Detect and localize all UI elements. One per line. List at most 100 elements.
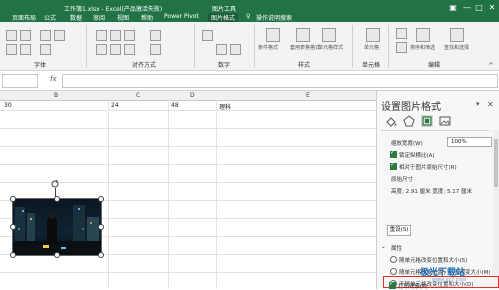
grid-line [0,128,376,129]
relative-original-checkbox[interactable] [390,161,397,170]
format-picture-pane: 设置图片格式 ▾ ✕ 缩放宽度(W) 100% 锁定纵横比(A) 相对于图片原始… [376,91,499,289]
grid-line [0,146,376,147]
cell[interactable]: 24 [111,102,119,109]
percent-icon[interactable] [216,44,227,55]
divider [352,25,353,67]
formula-input[interactable] [62,74,498,88]
cell[interactable]: 理科 [219,102,231,111]
scale-width-input[interactable]: 100% [447,137,492,147]
find-select-icon[interactable] [450,28,464,42]
align-bottom-icon[interactable] [124,30,135,41]
tab-data[interactable]: 数据 [70,13,82,22]
tab-view[interactable]: 视图 [117,13,129,22]
increase-font-icon[interactable] [40,30,51,41]
column-header-b[interactable]: B [54,92,58,99]
decrease-font-icon[interactable] [54,30,65,41]
resize-handle[interactable] [54,252,60,258]
find-select-label[interactable]: 查找和选择 [444,44,469,51]
group-font: 字体 [34,62,47,69]
align-right-icon[interactable] [124,44,135,55]
tell-me-search[interactable]: 操作说明搜索 [256,13,292,22]
radio-move-and-size[interactable] [390,256,397,263]
align-left-icon[interactable] [96,44,107,55]
group-number: 数字 [218,62,231,69]
resize-handle[interactable] [98,252,104,258]
lock-aspect-label: 锁定纵横比(A) [399,153,435,159]
worksheet-grid[interactable]: B C D E 30 24 48 理科 [0,91,376,289]
rotate-handle-icon[interactable] [51,180,59,188]
column-header-c[interactable]: C [136,92,140,99]
tab-review[interactable]: 审阅 [93,13,105,22]
resize-handle[interactable] [10,252,16,258]
tab-power-pivot[interactable]: Power Pivot [164,13,199,20]
border-icon[interactable] [6,44,17,55]
cell[interactable]: 48 [171,102,179,109]
fx-icon[interactable]: fx [50,75,57,83]
cell-styles-icon[interactable] [322,28,336,42]
collapse-ribbon-icon[interactable]: ^ [488,62,494,70]
divider [86,25,87,67]
font-color-a-icon[interactable] [40,44,51,55]
group-styles: 样式 [298,62,311,69]
name-box[interactable] [2,74,38,88]
table-format-label[interactable]: 套用表格格式 [290,44,320,51]
cells-icon[interactable] [366,28,380,42]
ribbon-tabs: 页面布局 公式 数据 审阅 视图 帮助 Power Pivot 图片格式 ♀ 操… [0,11,499,22]
wrap-text-icon[interactable] [150,30,161,41]
grid-line [0,164,376,165]
sort-filter-label[interactable]: 排序和筛选 [410,44,435,51]
align-center-icon[interactable] [110,44,121,55]
effects-icon[interactable] [403,115,415,127]
pane-title: 设置图片格式 [381,102,441,113]
font-color-icon[interactable] [20,30,31,41]
tab-page-layout[interactable]: 页面布局 [12,13,36,22]
tab-picture-format[interactable]: 图片格式 [208,13,239,22]
lock-aspect-checkbox[interactable] [390,149,397,158]
print-object-checkbox[interactable] [389,280,396,289]
align-top-icon[interactable] [96,30,107,41]
fill-color-icon[interactable] [20,44,31,55]
size-icon[interactable] [421,115,433,127]
picture-icon[interactable] [439,115,451,127]
conditional-format-label[interactable]: 条件格式 [258,44,278,51]
fill-icon[interactable] [385,115,397,127]
sort-filter-icon[interactable] [416,28,430,42]
radio-move-no-size[interactable] [390,268,397,275]
tab-help[interactable]: 帮助 [141,13,153,22]
number-format-icon[interactable] [202,30,213,41]
merge-center-icon[interactable] [150,44,161,55]
original-size-value: 高度: 2.91 厘米 宽度: 5.17 厘米 [391,189,472,195]
column-header-row: B C D E [0,91,376,101]
font-size-icon[interactable] [6,30,17,41]
cell[interactable]: 30 [4,102,12,109]
resize-handle[interactable] [54,196,60,202]
chevron-down-icon[interactable]: ▾ [476,100,480,108]
autosum-icon[interactable] [396,28,407,39]
relative-original-label: 相对于图片原始尺寸(R) [399,165,457,171]
resize-handle[interactable] [10,224,16,230]
formula-bar: fx [0,71,499,91]
radio-move-and-size-label: 随单元格改变位置和大小(S) [399,258,468,264]
table-format-icon[interactable] [296,28,310,42]
comma-icon[interactable] [230,44,241,55]
cell-styles-label[interactable]: 单元格样式 [318,44,343,51]
original-size-label: 原始尺寸 [391,177,414,183]
column-header-d[interactable]: D [190,92,195,99]
resize-handle[interactable] [98,196,104,202]
cells-label[interactable]: 单元格 [364,44,379,51]
align-middle-icon[interactable] [110,30,121,41]
lightbulb-icon: ♀ [246,13,251,20]
properties-header[interactable]: 属性 [391,244,402,252]
clear-icon[interactable] [396,42,407,53]
pane-scroll-thumb[interactable] [494,139,498,187]
resize-handle[interactable] [98,224,104,230]
conditional-format-icon[interactable] [266,28,280,42]
tab-formulas[interactable]: 公式 [44,13,56,22]
selected-picture[interactable] [10,196,104,258]
column-header-e[interactable]: E [306,92,310,99]
close-icon[interactable]: ✕ [487,100,494,109]
resize-handle[interactable] [10,196,16,202]
divider [388,25,389,67]
reset-button[interactable]: 重设(S) [387,225,411,236]
chevron-down-icon[interactable]: ⌄ [381,244,386,250]
